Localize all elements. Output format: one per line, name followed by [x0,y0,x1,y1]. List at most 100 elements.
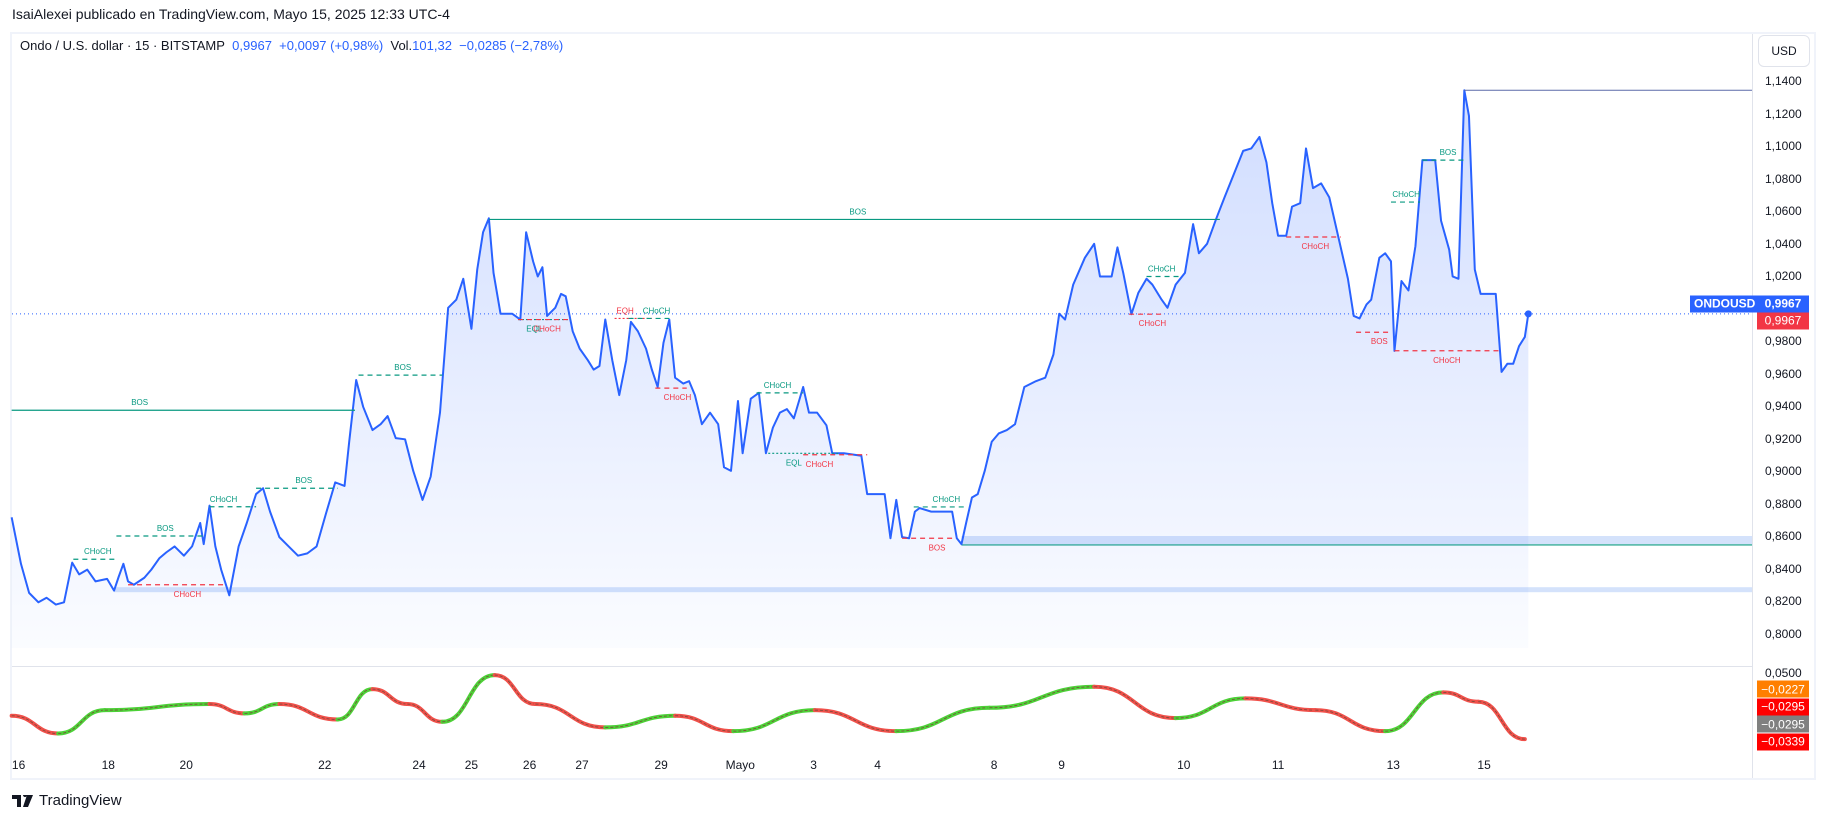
symbol-price-tag: ONDOUSD [1690,295,1760,313]
structure-label-eql: EQL [786,458,803,467]
structure-label-choch: CHoCH [1148,264,1176,273]
time-axis-label: 24 [412,758,426,772]
close-price-tag: 0,9967 [1757,312,1809,330]
time-axis-label: 8 [990,758,998,772]
structure-label-choch: CHoCH [806,460,834,469]
indicator-signal [494,674,536,705]
indicator-signal [814,709,897,732]
price-axis-label: 0,9800 [1765,334,1802,348]
time-axis-label: 20 [179,758,193,772]
symbol-legend: Ondo / U.S. dollar · 15 · BITSTAMP 0,996… [20,38,563,53]
time-axis-label: 29 [654,758,668,772]
structure-label-choch: CHoCH [1139,319,1167,328]
symbol-title[interactable]: Ondo / U.S. dollar · 15 · BITSTAMP [20,38,225,53]
price-axis-label: 1,0400 [1765,236,1802,251]
indicator-signal [1478,701,1525,740]
tradingview-logo-icon [12,794,33,807]
structure-label-eqh: EQH [616,306,634,315]
structure-label-choch: CHoCH [664,393,692,402]
price-axis-label: 1,0200 [1765,269,1802,283]
structure-label-choch: CHoCH [643,306,671,315]
structure-label-choch: CHoCH [84,547,112,556]
structure-label-bos: BOS [131,398,148,407]
indicator-value-tag: −0,0295 [1757,698,1809,715]
price-axis-label: 1,0800 [1765,171,1802,186]
indicator-value-tag: −0,0339 [1757,733,1809,750]
time-axis-label: 15 [1477,758,1491,772]
price-axis-label: 0,9600 [1765,366,1802,381]
price-axis-label: 0,8200 [1765,594,1802,608]
structure-label-choch: CHoCH [1433,356,1461,365]
pane-separator[interactable] [12,666,1752,667]
structure-label-bos: BOS [157,524,174,533]
indicator-segment [987,684,1097,710]
indicator-segment [894,705,992,734]
indicator-signal [58,709,105,734]
price-axis-label: 0,9000 [1765,464,1802,478]
price-axis-label: 0,9400 [1765,399,1802,413]
indicator-signal [1385,691,1444,732]
indicator-segment [335,687,375,722]
volume-label: Vol. [390,38,413,53]
time-axis-label: 16 [11,758,26,772]
indicator-signal [442,674,495,723]
time-axis-label: 26 [522,758,537,772]
last-price: 0,9967 [232,38,272,53]
time-axis-label: Mayo [725,758,755,772]
indicator-signal [11,715,59,734]
indicator-signal [733,709,815,732]
price-axis-label: 0,9200 [1765,431,1802,446]
price-axis-label: 1,0600 [1765,204,1802,218]
indicator-value-tag: −0,0295 [1757,715,1809,733]
time-axis-label: 3 [810,758,817,772]
structure-label-bos: BOS [295,476,312,485]
volume-change: −0,0285 (−2,78%) [459,38,564,53]
structure-label-choch: CHoCH [1392,190,1420,199]
current-price-tag: 0,9967 [1757,295,1809,313]
time-axis-label: 18 [101,758,115,772]
time-axis-label: 9 [1058,758,1065,772]
time-axis-label: 4 [874,758,881,772]
tradingview-brand: TradingView [39,792,122,809]
price-axis-label: 0,8800 [1765,496,1802,511]
indicator-signal [1175,698,1246,719]
price-area [11,90,1529,648]
structure-label-choch: CHoCH [533,325,561,334]
structure-label-bos: BOS [1440,148,1457,157]
price-axis-label: 1,1000 [1765,139,1802,153]
structure-label-bos: BOS [394,363,411,372]
indicator-segment [370,687,410,707]
price-axis-label: 0,8400 [1765,561,1802,576]
price-change: +0,0097 (+0,98%) [279,38,384,53]
time-axis-label: 22 [318,758,332,772]
indicator-segment [207,702,247,716]
structure-label-choch: CHoCH [210,495,238,504]
structure-label-choch: CHoCH [1302,242,1330,251]
indicator-value-tag: −0,0227 [1757,680,1809,698]
time-axis-label: 13 [1386,758,1400,772]
structure-label-bos: BOS [1371,337,1388,346]
indicator-signal [535,703,606,728]
price-axis-border [1752,34,1753,778]
price-chart[interactable]: BOSBOSCHoCHBOSCHoCHBOSBOSCHoCHEQLCHoCHEQ… [0,0,1825,820]
time-axis-label: 11 [1271,758,1285,772]
currency-button[interactable]: USD [1758,35,1810,67]
indicator-signal [1315,709,1386,732]
indicator-axis-label: 0,0500 [1765,666,1802,680]
tradingview-logo[interactable]: TradingView [12,792,122,809]
indicator-segment [1092,684,1178,721]
structure-label-bos: BOS [929,543,946,552]
price-axis-label: 1,1200 [1765,106,1802,121]
indicator-segment [242,702,282,716]
price-axis-label: 0,8600 [1765,529,1802,543]
time-axis-label: 25 [464,758,479,772]
time-axis-label: 27 [575,758,589,772]
price-axis-label: 1,1400 [1765,74,1802,88]
structure-label-choch: CHoCH [933,495,961,504]
structure-label-choch: CHoCH [174,590,202,599]
time-axis-label: 10 [1177,758,1191,772]
structure-label-choch: CHoCH [764,381,792,390]
structure-label-bos: BOS [849,207,866,216]
volume-value: 101,32 [412,38,452,53]
price-axis-label: 0,8000 [1765,626,1802,641]
